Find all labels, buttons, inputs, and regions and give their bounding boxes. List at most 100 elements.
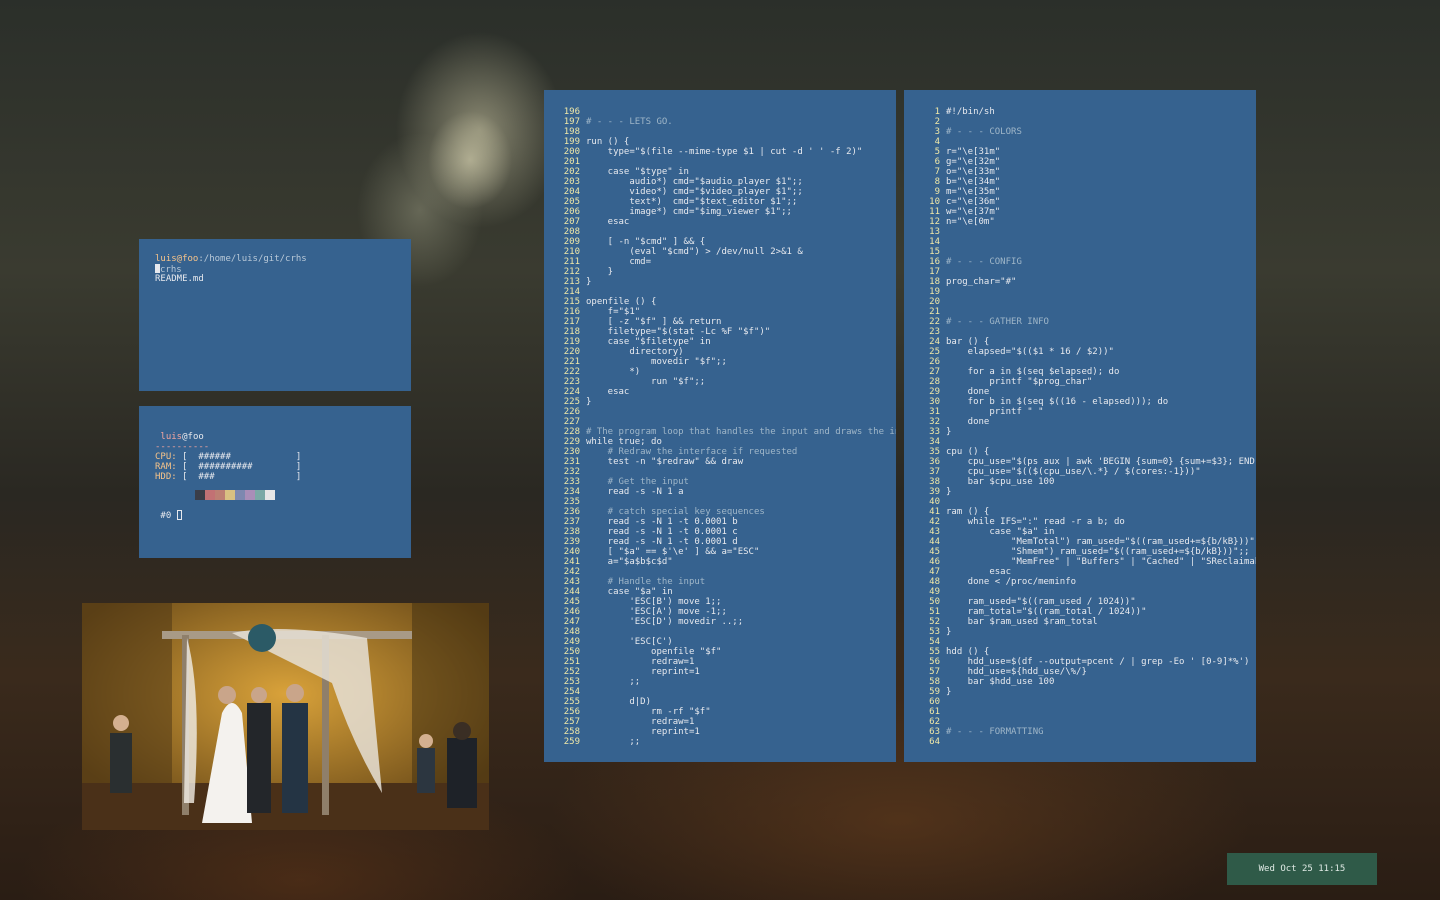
code-line[interactable]: 246 'ESC[A') move -1;; xyxy=(558,607,896,617)
code-line[interactable]: 4 xyxy=(918,137,1256,147)
code-line[interactable]: 258 reprint=1 xyxy=(558,727,896,737)
code-line[interactable]: 252 reprint=1 xyxy=(558,667,896,677)
code-line[interactable]: 3 # - - - COLORS xyxy=(918,127,1256,137)
editor-window-right[interactable]: 1 #!/bin/sh 2 3 # - - - COLORS 4 5 r="\e[31m" 6 g… xyxy=(904,90,1256,762)
code-line[interactable]: 218 filetype="$(stat -Lc %F "$f")" xyxy=(558,327,896,337)
terminal-window-files[interactable]: luis@foo:/home/luis/git/crhs crhs README… xyxy=(139,239,411,391)
code-line[interactable]: 250 openfile "$f" xyxy=(558,647,896,657)
file-entry[interactable]: README.md xyxy=(155,274,411,284)
code-line[interactable]: 16 # - - - CONFIG xyxy=(918,257,1256,267)
code-line[interactable]: 43 case "$a" in xyxy=(918,527,1256,537)
code-line[interactable]: 217 [ -z "$f" ] && return xyxy=(558,317,896,327)
code-line[interactable]: 37 cpu_use="$(($(cpu_use/\.*} / $(cores:… xyxy=(918,467,1256,477)
code-line[interactable]: 32 done xyxy=(918,417,1256,427)
code-line[interactable]: 206 image*) cmd="$img_viewer $1";; xyxy=(558,207,896,217)
code-line[interactable]: 232 xyxy=(558,467,896,477)
code-line[interactable]: 60 xyxy=(918,697,1256,707)
code-line[interactable]: 255 d|D) xyxy=(558,697,896,707)
code-line[interactable]: 24 bar () { xyxy=(918,337,1256,347)
code-line[interactable]: 219 case "$filetype" in xyxy=(558,337,896,347)
code-line[interactable]: 223 run "$f";; xyxy=(558,377,896,387)
code-line[interactable]: 49 xyxy=(918,587,1256,597)
code-line[interactable]: 10 c="\e[36m" xyxy=(918,197,1256,207)
code-line[interactable]: 245 'ESC[B') move 1;; xyxy=(558,597,896,607)
code-line[interactable]: 64 xyxy=(918,737,1256,747)
file-entry[interactable]: crhs xyxy=(155,264,411,275)
code-line[interactable]: 212 } xyxy=(558,267,896,277)
code-line[interactable]: 226 xyxy=(558,407,896,417)
code-line[interactable]: 210 (eval "$cmd") > /dev/null 2>&1 & xyxy=(558,247,896,257)
code-line[interactable]: 62 xyxy=(918,717,1256,727)
code-line[interactable]: 224 esac xyxy=(558,387,896,397)
code-line[interactable]: 8 b="\e[34m" xyxy=(918,177,1256,187)
code-line[interactable]: 254 xyxy=(558,687,896,697)
code-line[interactable]: 35 cpu () { xyxy=(918,447,1256,457)
code-line[interactable]: 253 ;; xyxy=(558,677,896,687)
code-line[interactable]: 256 rm -rf "$f" xyxy=(558,707,896,717)
code-line[interactable]: 257 redraw=1 xyxy=(558,717,896,727)
code-line[interactable]: 241 a="$a$b$c$d" xyxy=(558,557,896,567)
code-line[interactable]: 225} xyxy=(558,397,896,407)
code-line[interactable]: 238 read -s -N 1 -t 0.0001 c xyxy=(558,527,896,537)
code-line[interactable]: 48 done < /proc/meminfo xyxy=(918,577,1256,587)
code-line[interactable]: 28 printf "$prog_char" xyxy=(918,377,1256,387)
code-line[interactable]: 247 'ESC[D') movedir ..;; xyxy=(558,617,896,627)
code-line[interactable]: 235 xyxy=(558,497,896,507)
code-line[interactable]: 228 # The program loop that handles the i… xyxy=(558,427,896,437)
code-line[interactable]: 53} xyxy=(918,627,1256,637)
code-line[interactable]: 26 xyxy=(918,357,1256,367)
code-line[interactable]: 209 [ -n "$cmd" ] && { xyxy=(558,237,896,247)
code-line[interactable]: 15 xyxy=(918,247,1256,257)
code-line[interactable]: 231 test -n "$redraw" && draw xyxy=(558,457,896,467)
code-line[interactable]: 18 prog_char="#" xyxy=(918,277,1256,287)
terminal-window-sysinfo[interactable]: luis@foo ---------- CPU: [ ###### ] RAM:… xyxy=(139,406,411,558)
code-line[interactable]: 203 audio*) cmd="$audio_player $1";; xyxy=(558,177,896,187)
code-line[interactable]: 51 ram_total="$((ram_total / 1024))" xyxy=(918,607,1256,617)
code-line[interactable]: 197 # - - - LETS GO. xyxy=(558,117,896,127)
code-line[interactable]: 234 read -s -N 1 a xyxy=(558,487,896,497)
code-line[interactable]: 5 r="\e[31m" xyxy=(918,147,1256,157)
code-line[interactable]: 216 f="$1" xyxy=(558,307,896,317)
code-line[interactable]: 213} xyxy=(558,277,896,287)
code-line[interactable]: 214 xyxy=(558,287,896,297)
code-line[interactable]: 207 esac xyxy=(558,217,896,227)
code-line[interactable]: 42 while IFS=":" read -r a b; do xyxy=(918,517,1256,527)
code-line[interactable]: 244 case "$a" in xyxy=(558,587,896,597)
code-line[interactable]: 222 *) xyxy=(558,367,896,377)
code-line[interactable]: 29 done xyxy=(918,387,1256,397)
code-line[interactable]: 6 g="\e[32m" xyxy=(918,157,1256,167)
code-line[interactable]: 239 read -s -N 1 -t 0.0001 d xyxy=(558,537,896,547)
code-line[interactable]: 204 video*) cmd="$video_player $1";; xyxy=(558,187,896,197)
code-line[interactable]: 19 xyxy=(918,287,1256,297)
code-line[interactable]: 38 bar $cpu_use 100 xyxy=(918,477,1256,487)
code-line[interactable]: 259 ;; xyxy=(558,737,896,747)
code-line[interactable]: 54 xyxy=(918,637,1256,647)
code-line[interactable]: 12 n="\e[0m" xyxy=(918,217,1256,227)
editor-window-left[interactable]: 196 197 # - - - LETS GO. 198 199 run () {200 … xyxy=(544,90,896,762)
code-line[interactable]: 34 xyxy=(918,437,1256,447)
code-line[interactable]: 44 "MemTotal") ram_used="$((ram_used+=${… xyxy=(918,537,1256,547)
code-line[interactable]: 22 # - - - GATHER INFO xyxy=(918,317,1256,327)
code-line[interactable]: 52 bar $ram_used $ram_total xyxy=(918,617,1256,627)
code-line[interactable]: 229 while true; do xyxy=(558,437,896,447)
code-line[interactable]: 248 xyxy=(558,627,896,637)
code-line[interactable]: 11 w="\e[37m" xyxy=(918,207,1256,217)
code-line[interactable]: 59} xyxy=(918,687,1256,697)
code-line[interactable]: 63 # - - - FORMATTING xyxy=(918,727,1256,737)
code-line[interactable]: 9 m="\e[35m" xyxy=(918,187,1256,197)
code-line[interactable]: 27 for a in $(seq $elapsed); do xyxy=(918,367,1256,377)
sysinfo-prompt[interactable]: #0 xyxy=(155,510,411,521)
code-line[interactable]: 236 # catch special key sequences xyxy=(558,507,896,517)
code-line[interactable]: 240 [ "$a" == $'\e' ] && a="ESC" xyxy=(558,547,896,557)
code-line[interactable]: 41 ram () { xyxy=(918,507,1256,517)
code-line[interactable]: 2 xyxy=(918,117,1256,127)
code-line[interactable]: 198 xyxy=(558,127,896,137)
code-line[interactable]: 242 xyxy=(558,567,896,577)
code-line[interactable]: 1 #!/bin/sh xyxy=(918,107,1256,117)
code-line[interactable]: 46 "MemFree" | "Buffers" | "Cached" | "S… xyxy=(918,557,1256,567)
code-line[interactable]: 23 xyxy=(918,327,1256,337)
image-viewer-window[interactable] xyxy=(82,603,489,830)
code-line[interactable]: 57 hdd_use=${hdd_use/\%/} xyxy=(918,667,1256,677)
code-line[interactable]: 31 printf " " xyxy=(918,407,1256,417)
code-line[interactable]: 40 xyxy=(918,497,1256,507)
